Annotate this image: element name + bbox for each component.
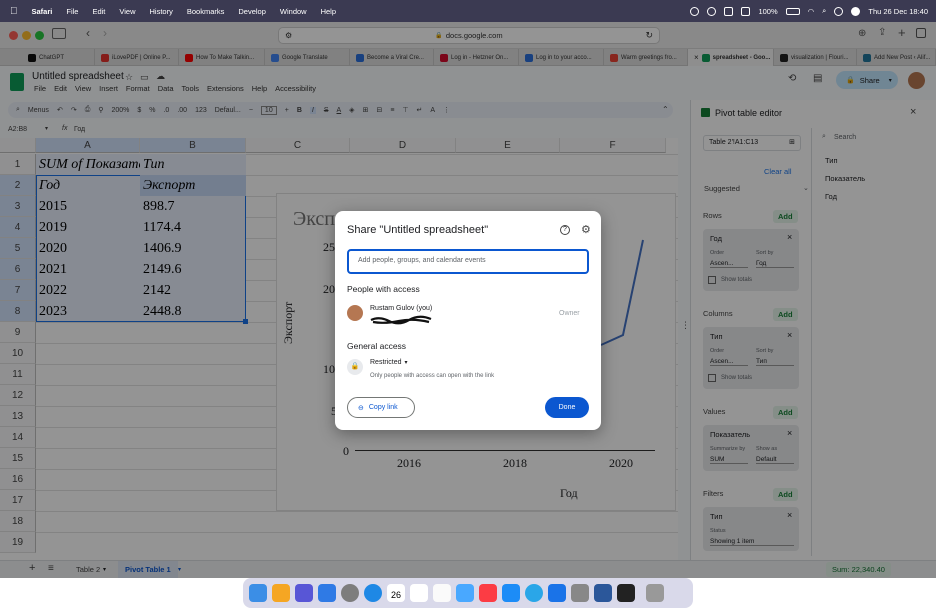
menu-file[interactable]: File [66, 7, 78, 16]
battery-percent: 100% [758, 6, 778, 16]
menu-history[interactable]: History [150, 7, 173, 16]
redacted-email-scribble [370, 315, 432, 325]
battery-icon[interactable] [785, 7, 800, 15]
launchpad-icon[interactable] [272, 584, 290, 602]
calendar-icon[interactable]: 26 [387, 584, 405, 602]
menu-app-name[interactable]: Safari [32, 7, 53, 16]
dock: 26 [243, 578, 693, 608]
copy-link-label: Copy link [368, 404, 398, 411]
bitwarden-icon[interactable] [548, 584, 566, 602]
clock[interactable]: Thu 26 Dec 18:40 [868, 7, 928, 16]
vscode-icon[interactable] [318, 584, 336, 602]
photos-icon[interactable] [456, 584, 474, 602]
music-icon[interactable] [479, 584, 497, 602]
lock-icon: 🔒 [347, 359, 363, 375]
menu-bar:  Safari File Edit View History Bookmark… [0, 0, 936, 22]
dialog-title: Share "Untitled spreadsheet" [347, 224, 489, 236]
search-icon[interactable]: ⌕ [822, 6, 826, 16]
help-icon[interactable]: ? [560, 225, 570, 235]
finder-icon[interactable] [249, 584, 267, 602]
word-icon[interactable] [594, 584, 612, 602]
status-icon[interactable] [707, 6, 717, 16]
access-level-select[interactable]: Restricted ▾ [370, 359, 408, 366]
add-people-placeholder: Add people, groups, and calendar events [358, 257, 486, 264]
menu-edit[interactable]: Edit [92, 7, 105, 16]
menu-bookmarks[interactable]: Bookmarks [187, 7, 225, 16]
control-center-icon[interactable] [834, 6, 844, 16]
link-icon: ⊖ [358, 404, 364, 412]
notes-icon[interactable] [433, 584, 451, 602]
person-name: Rustam Gulov (you) [370, 305, 433, 312]
chatgpt-icon[interactable] [341, 584, 359, 602]
status-icon[interactable] [690, 6, 700, 16]
copy-link-button[interactable]: ⊖ Copy link [347, 397, 415, 418]
wifi-icon[interactable]: ◠ [808, 7, 815, 16]
app-store-icon[interactable] [502, 584, 520, 602]
access-level-value: Restricted [370, 359, 402, 366]
apple-icon[interactable]:  [10, 6, 18, 17]
reminders-icon[interactable] [410, 584, 428, 602]
trash-icon[interactable] [646, 584, 664, 602]
status-area: 100% ◠ ⌕ Thu 26 Dec 18:40 [690, 0, 928, 22]
owner-role-label: Owner [559, 310, 580, 317]
app-icon[interactable] [571, 584, 589, 602]
gear-icon[interactable]: ⚙ [581, 223, 591, 236]
app-icon[interactable] [295, 584, 313, 602]
general-access-heading: General access [347, 341, 407, 351]
terminal-icon[interactable] [617, 584, 635, 602]
status-icon[interactable] [741, 6, 751, 16]
safari-icon[interactable] [364, 584, 382, 602]
status-icon[interactable] [724, 6, 734, 16]
done-label: Done [558, 404, 576, 411]
share-dialog: Share "Untitled spreadsheet" ? ⚙ Add peo… [335, 211, 601, 430]
chevron-down-icon: ▾ [404, 360, 408, 366]
siri-icon[interactable] [851, 6, 861, 16]
access-description: Only people with access can open with th… [370, 373, 495, 379]
telegram-icon[interactable] [525, 584, 543, 602]
menu-view[interactable]: View [119, 7, 135, 16]
people-with-access-heading: People with access [347, 284, 420, 294]
add-people-input[interactable]: Add people, groups, and calendar events [347, 249, 589, 274]
done-button[interactable]: Done [545, 397, 589, 418]
menu-develop[interactable]: Develop [238, 7, 266, 16]
menu-window[interactable]: Window [280, 7, 307, 16]
menu-help[interactable]: Help [321, 7, 336, 16]
avatar [347, 305, 363, 321]
